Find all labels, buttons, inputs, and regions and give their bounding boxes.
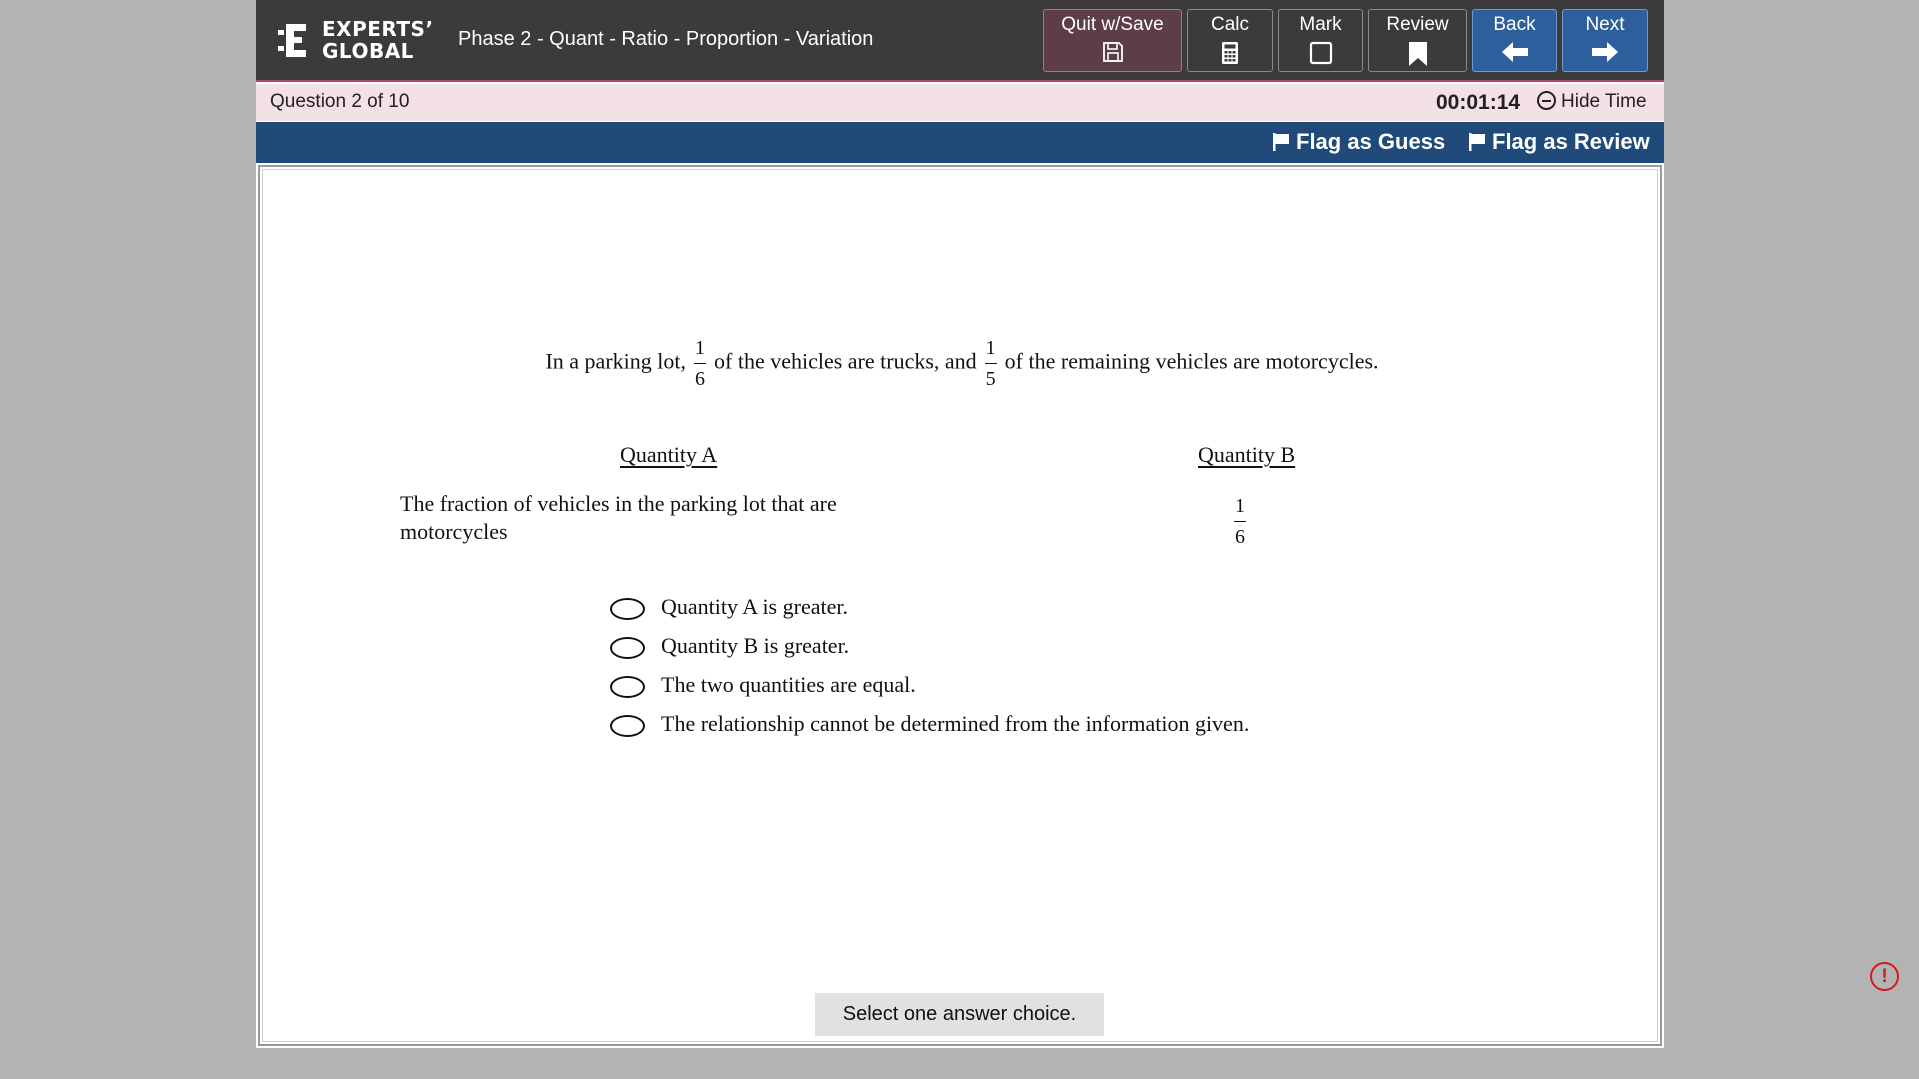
flag-as-guess-button[interactable]: Flag as Guess <box>1272 129 1445 155</box>
logo-mark-icon <box>278 24 306 57</box>
flag-icon <box>1273 133 1289 151</box>
answer-choice-a[interactable]: Quantity A is greater. <box>610 593 1330 623</box>
hide-time-label: Hide Time <box>1561 91 1647 112</box>
checkbox-square-icon <box>1309 41 1332 65</box>
question-stem: In a parking lot, 1 6 of the vehicles are t… <box>260 337 1664 390</box>
mark-button[interactable]: Mark <box>1278 9 1363 72</box>
stem-text-1: In a parking lot, <box>545 348 686 374</box>
calculator-icon <box>1222 42 1238 64</box>
answer-choice-d[interactable]: The relationship cannot be determined fr… <box>610 710 1330 740</box>
bookmark-icon <box>1408 42 1427 66</box>
minus-circle-icon <box>1537 91 1556 110</box>
test-title: Phase 2 - Quant - Ratio - Proportion - V… <box>458 28 874 50</box>
fraction-numerator: 1 <box>1234 495 1246 522</box>
quantity-a-text: The fraction of vehicles in the parking … <box>400 491 837 544</box>
arrow-right-icon <box>1592 42 1618 62</box>
quit-save-button[interactable]: Quit w/Save <box>1043 9 1182 72</box>
back-button[interactable]: Back <box>1472 9 1557 72</box>
logo: EXPERTS’ GLOBAL <box>276 16 436 66</box>
flag-as-review-button[interactable]: Flag as Review <box>1468 129 1650 155</box>
flag-bar: Flag as Guess Flag as Review <box>256 122 1664 163</box>
answer-choice-label: Quantity B is greater. <box>661 633 850 658</box>
answer-choice-label: The two quantities are equal. <box>661 672 916 697</box>
fraction-denominator: 6 <box>695 368 705 390</box>
fraction-numerator: 1 <box>984 337 997 364</box>
timer: 00:01:14 <box>1436 91 1521 114</box>
answer-choice-label: The relationship cannot be determined fr… <box>661 711 1250 736</box>
radio-button[interactable] <box>610 676 645 698</box>
radio-button[interactable] <box>610 598 645 620</box>
instruction-hint: Select one answer choice. <box>815 993 1104 1036</box>
calc-button[interactable]: Calc <box>1187 9 1273 72</box>
radio-button[interactable] <box>610 715 645 737</box>
quantity-a-heading: Quantity A <box>620 442 718 467</box>
mark-label: Mark <box>1299 14 1342 35</box>
flag-as-review-label: Flag as Review <box>1492 129 1650 154</box>
review-button[interactable]: Review <box>1368 9 1467 72</box>
question-counter: Question 2 of 10 <box>270 91 410 112</box>
back-label: Back <box>1493 14 1536 35</box>
exclamation-circle-icon[interactable]: ! <box>1870 962 1899 991</box>
test-window: EXPERTS’ GLOBAL Phase 2 - Quant - Ratio … <box>256 0 1664 1048</box>
quit-save-label: Quit w/Save <box>1061 14 1164 35</box>
answer-choice-b[interactable]: Quantity B is greater. <box>610 632 1330 662</box>
hide-time-button[interactable]: Hide Time <box>1537 91 1647 115</box>
header-bar: EXPERTS’ GLOBAL Phase 2 - Quant - Ratio … <box>256 0 1664 82</box>
question-panel: In a parking lot, 1 6 of the vehicles are t… <box>258 165 1662 1046</box>
fraction-one-fifth: 15 <box>984 337 997 390</box>
fraction-denominator: 5 <box>985 368 996 390</box>
fraction-one-sixth: 16 <box>694 337 706 390</box>
save-disk-icon <box>1102 42 1123 62</box>
calc-label: Calc <box>1210 14 1249 35</box>
next-label: Next <box>1585 14 1625 35</box>
status-bar: Question 2 of 10 00:01:14 Hide Time <box>256 84 1664 121</box>
answer-choice-c[interactable]: The two quantities are equal. <box>610 671 1330 701</box>
quantity-b-value: 16 <box>1234 495 1246 548</box>
fraction-numerator: 1 <box>694 337 706 364</box>
logo-text-line2: GLOBAL <box>322 39 414 63</box>
arrow-left-icon <box>1501 42 1528 62</box>
stem-text-2: of the vehicles are trucks, and <box>714 348 977 374</box>
flag-as-guess-label: Flag as Guess <box>1296 129 1446 154</box>
logo-text-line1: EXPERTS’ <box>322 17 434 41</box>
answer-choice-label: Quantity A is greater. <box>661 594 848 619</box>
stem-text-3: of the remaining vehicles are motorcycle… <box>1004 348 1379 374</box>
next-button[interactable]: Next <box>1562 9 1648 72</box>
review-label: Review <box>1386 14 1449 35</box>
fraction-denominator: 6 <box>1235 526 1245 548</box>
quantity-b-heading: Quantity B <box>1198 442 1296 467</box>
fraction-one-sixth: 16 <box>1234 495 1246 548</box>
flag-icon <box>1469 133 1485 151</box>
radio-button[interactable] <box>610 637 645 659</box>
